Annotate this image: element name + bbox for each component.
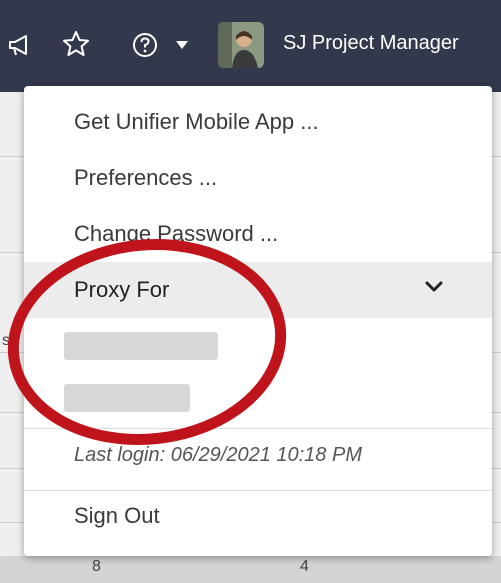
background-value: 4 bbox=[300, 558, 309, 575]
user-menu-dropdown: Get Unifier Mobile App ... Preferences .… bbox=[24, 86, 492, 556]
background-value: 8 bbox=[92, 558, 101, 575]
chevron-down-icon[interactable] bbox=[424, 280, 444, 294]
top-navigation-bar: SJ Project Manager bbox=[0, 0, 501, 92]
megaphone-icon[interactable] bbox=[6, 30, 36, 60]
last-login-text: Last login: 06/29/2021 10:18 PM bbox=[74, 444, 362, 466]
help-icon[interactable] bbox=[130, 30, 160, 60]
background-footer-row: 8 4 bbox=[0, 556, 501, 583]
menu-item-preferences[interactable]: Preferences ... bbox=[24, 152, 492, 204]
menu-item-mobile-app[interactable]: Get Unifier Mobile App ... bbox=[24, 96, 492, 148]
menu-divider bbox=[24, 428, 492, 429]
menu-item-sign-out[interactable]: Sign Out bbox=[24, 490, 492, 542]
star-icon[interactable] bbox=[60, 28, 92, 60]
user-name[interactable]: SJ Project Manager bbox=[283, 32, 459, 55]
menu-item-change-password[interactable]: Change Password ... bbox=[24, 208, 492, 260]
proxy-user-option[interactable] bbox=[64, 384, 190, 412]
background-side-letter: s bbox=[2, 332, 10, 349]
proxy-for-label: Proxy For bbox=[74, 277, 170, 302]
menu-item-proxy-for[interactable]: Proxy For bbox=[24, 262, 492, 318]
avatar[interactable] bbox=[218, 22, 264, 68]
caret-down-icon[interactable] bbox=[174, 38, 190, 50]
proxy-user-option[interactable] bbox=[64, 332, 218, 360]
